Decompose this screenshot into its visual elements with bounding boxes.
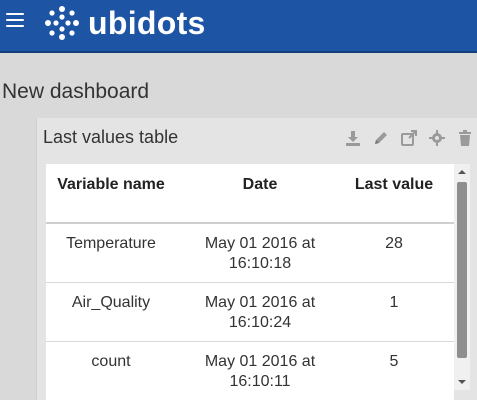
widget-toolbar [344, 129, 474, 147]
share-icon[interactable] [400, 129, 418, 147]
pencil-icon[interactable] [372, 129, 390, 147]
last-values-widget: Last values table Variable name Date Las… [36, 118, 477, 400]
cell-value: 28 [385, 235, 403, 252]
brand-name: ubidots [88, 4, 206, 41]
scroll-up-arrow-icon[interactable] [454, 164, 470, 180]
table-row: count May 01 2016 at 16:10:11 5 [46, 342, 454, 400]
scroll-down-arrow-icon[interactable] [454, 374, 470, 390]
hamburger-menu-icon[interactable] [6, 13, 24, 29]
download-icon[interactable] [344, 129, 362, 147]
column-header-date[interactable]: Date [176, 164, 344, 195]
ubidots-logo-icon [45, 6, 79, 40]
cell-variable: count [91, 353, 131, 370]
cell-date: May 01 2016 at 16:10:24 [204, 294, 316, 331]
column-header-last-value[interactable]: Last value [344, 164, 444, 195]
table-header: Variable name Date Last value [46, 164, 454, 224]
cell-variable: Temperature [66, 235, 156, 252]
page-title: New dashboard [2, 80, 150, 103]
gear-icon[interactable] [428, 129, 446, 147]
cell-value: 5 [389, 353, 399, 370]
cell-variable: Air_Quality [71, 294, 151, 311]
table-scrollbar[interactable] [454, 164, 470, 390]
table-row: Air_Quality May 01 2016 at 16:10:24 1 [46, 283, 454, 342]
cell-value: 1 [389, 294, 399, 311]
widget-title: Last values table [43, 127, 179, 147]
trash-icon[interactable] [456, 129, 474, 147]
column-header-variable-name[interactable]: Variable name [46, 164, 176, 195]
cell-date: May 01 2016 at 16:10:11 [204, 353, 316, 390]
last-values-table: Variable name Date Last value Temperatur… [46, 164, 454, 400]
cell-date: May 01 2016 at 16:10:18 [204, 235, 316, 272]
table-row: Temperature May 01 2016 at 16:10:18 28 [46, 224, 454, 283]
top-bar: ubidots [0, 0, 477, 53]
brand-logo[interactable]: ubidots [44, 5, 206, 41]
scroll-thumb[interactable] [457, 182, 467, 358]
